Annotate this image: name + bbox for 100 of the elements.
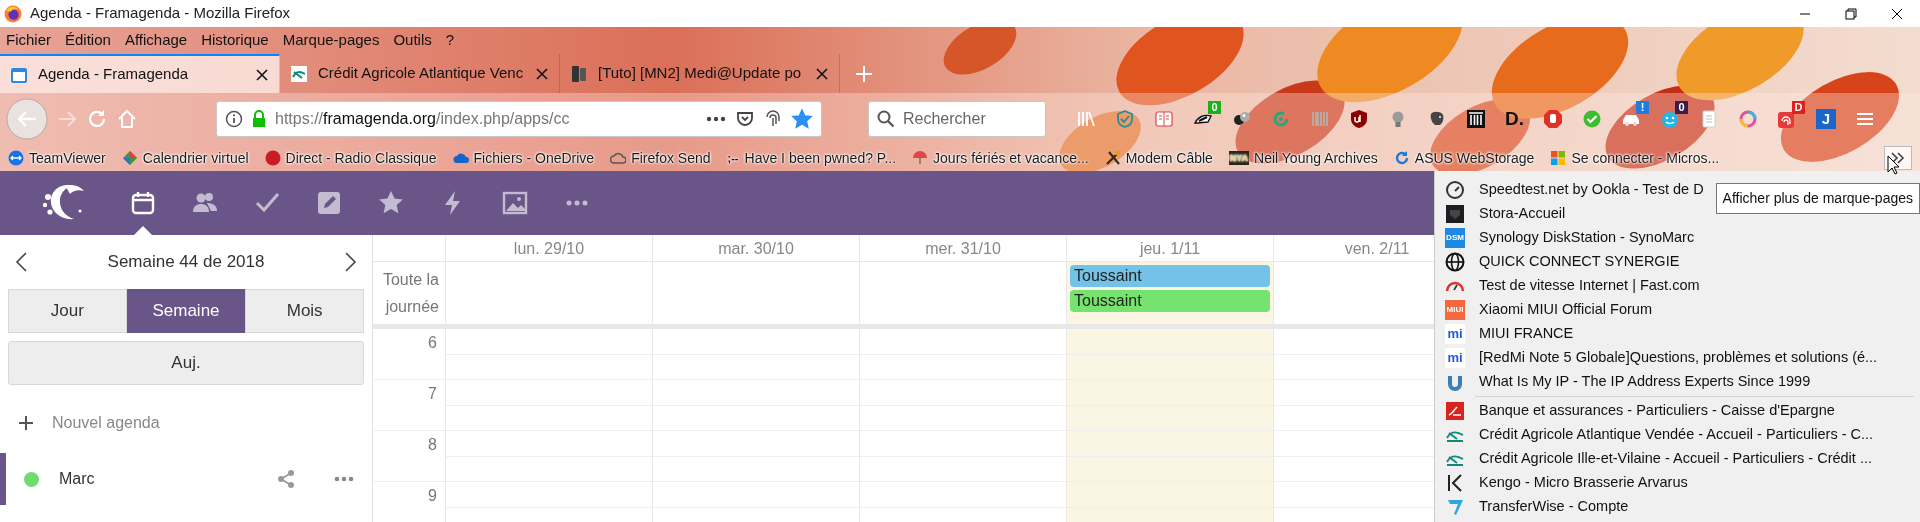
- more-icon[interactable]: [705, 115, 727, 123]
- menu-item[interactable]: Outils: [393, 29, 432, 52]
- umbrella-icon: [912, 150, 929, 166]
- active-indicator: [134, 226, 152, 235]
- bookmark-item[interactable]: Fichiers - OneDrive: [452, 147, 595, 169]
- lock-icon[interactable]: [251, 110, 267, 128]
- firefox-logo: [4, 4, 22, 23]
- calendar-icon[interactable]: [130, 190, 156, 216]
- library-icon[interactable]: [1076, 109, 1096, 129]
- menu-item[interactable]: Crédit Agricole Ille-et-Vilaine - Accueil - Particuliers - Crédit ...: [1443, 447, 1920, 471]
- favicon: ;--: [726, 151, 740, 165]
- chevron-left-icon[interactable]: [14, 251, 28, 273]
- bookmark-item[interactable]: TeamViewer: [8, 147, 106, 169]
- badge-count: 0: [1208, 101, 1221, 114]
- globe-icon: [1445, 252, 1465, 272]
- back-icon[interactable]: [6, 98, 48, 140]
- bookmark-item[interactable]: Modem Câble: [1104, 147, 1213, 169]
- stop-icon[interactable]: [1543, 109, 1563, 129]
- menu-item[interactable]: mi [RedMi Note 5 Globale]Questions, problèmes et solutions (é...: [1443, 346, 1920, 370]
- badge-count: 0: [1675, 101, 1688, 114]
- address-bar[interactable]: https://framagenda.org/index.php/apps/cc: [216, 101, 822, 137]
- new-calendar-button[interactable]: Nouvel agenda: [0, 401, 372, 445]
- phone-icon: [570, 64, 588, 83]
- menu-item[interactable]: Marque-pages: [282, 29, 380, 52]
- bookmark-item[interactable]: Jours fériés et vacance...: [912, 147, 1089, 169]
- menu-item[interactable]: TransferWise - Compte: [1443, 495, 1920, 519]
- today-button[interactable]: Auj.: [8, 341, 364, 385]
- close-icon[interactable]: [815, 66, 829, 81]
- share-icon[interactable]: [276, 469, 296, 489]
- fingerprint-icon[interactable]: [763, 109, 783, 129]
- restore-icon[interactable]: [1843, 5, 1859, 22]
- menu-item[interactable]: MIUI Xiaomi MIUI Official Forum: [1443, 298, 1920, 322]
- favicon: MIUI: [1445, 300, 1465, 320]
- close-icon[interactable]: [255, 67, 269, 82]
- favicon: mi: [1445, 324, 1465, 344]
- bookmark-item[interactable]: Direct - Radio Classique: [264, 147, 437, 169]
- shield-icon[interactable]: [1349, 109, 1369, 129]
- hour-label: 6: [373, 329, 445, 380]
- menu-item[interactable]: What Is My IP - The IP Address Experts Since 1999: [1443, 370, 1920, 394]
- hour-label: 7: [373, 380, 445, 431]
- view-tab[interactable]: Jour: [8, 289, 127, 333]
- menu-item[interactable]: mi MIUI FRANCE: [1443, 322, 1920, 346]
- notepad-icon[interactable]: [1699, 109, 1719, 129]
- menu-item[interactable]: ?: [445, 29, 455, 52]
- plus-icon[interactable]: [854, 63, 874, 84]
- edit-icon[interactable]: [316, 190, 342, 216]
- search-field[interactable]: Rechercher: [868, 101, 1046, 137]
- star-icon[interactable]: [378, 190, 404, 216]
- menu-item[interactable]: Édition: [65, 29, 111, 52]
- cloud-icon: [610, 150, 627, 166]
- view-tab[interactable]: Mois: [245, 289, 364, 333]
- star-icon[interactable]: [791, 108, 813, 130]
- day-header: jeu. 1/11: [1067, 235, 1273, 262]
- smiley-icon[interactable]: [1660, 109, 1680, 129]
- menu-item[interactable]: Banque et assurances - Particuliers - Caisse d'Epargne: [1443, 399, 1920, 423]
- menu-item[interactable]: Historique: [201, 29, 269, 52]
- badge-count: D: [1792, 101, 1805, 114]
- swap-icon: [8, 150, 24, 166]
- cursor-icon: [1887, 155, 1901, 175]
- menu-item[interactable]: Affichage: [124, 29, 188, 52]
- event[interactable]: Toussaint: [1070, 290, 1270, 312]
- menu-item[interactable]: Test de vitesse Internet | Fast.com: [1443, 274, 1920, 298]
- menu-item[interactable]: Crédit Agricole Atlantique Vendée - Accueil - Particuliers - C...: [1443, 423, 1920, 447]
- logo-icon: [1445, 401, 1465, 421]
- ring-icon[interactable]: [1738, 109, 1758, 129]
- url-text[interactable]: https://framagenda.org/index.php/apps/cc: [275, 107, 697, 131]
- close-icon[interactable]: [535, 66, 549, 81]
- bookmark-item[interactable]: Firefox Send: [610, 147, 711, 169]
- event[interactable]: Toussaint: [1070, 265, 1270, 287]
- calendar-icon: [10, 65, 28, 84]
- diamond-icon: [121, 150, 138, 166]
- columns-icon[interactable]: [1466, 109, 1486, 129]
- browser-tab[interactable]: Crédit Agricole Atlantique Venc: [280, 54, 560, 93]
- view-tab[interactable]: Semaine: [126, 289, 246, 333]
- menu-item[interactable]: Fichier: [6, 29, 51, 52]
- plus-icon: [18, 415, 34, 431]
- disc-icon: [264, 150, 281, 166]
- window-title: Agenda - Framagenda - Mozilla Firefox: [30, 3, 291, 24]
- letter-logo[interactable]: J: [1816, 109, 1836, 129]
- menu-item[interactable]: Kengo - Micro Brasserie Arvarus: [1443, 471, 1920, 495]
- logo-icon: [1445, 473, 1465, 493]
- fingerprint-icon[interactable]: [1777, 109, 1797, 129]
- period-label[interactable]: Semaine 44 de 2018: [107, 249, 265, 275]
- chevron-right-icon[interactable]: [344, 251, 358, 273]
- favicon: mi: [1445, 348, 1465, 368]
- bookmark-item[interactable]: ;-- Have I been pwned? P...: [726, 147, 897, 169]
- bookmark-item[interactable]: ASUS WebStorage: [1393, 147, 1535, 169]
- info-icon[interactable]: [225, 110, 243, 128]
- check-icon[interactable]: [1582, 109, 1602, 129]
- letter-logo[interactable]: D.: [1505, 109, 1524, 129]
- sync-icon: [1393, 150, 1410, 166]
- hour-label: 8: [373, 431, 445, 482]
- browser-tab[interactable]: [Tuto] [MN2] Medi@Update po: [560, 54, 840, 93]
- image-icon[interactable]: [502, 190, 528, 216]
- calendar-item[interactable]: Marc: [0, 453, 372, 505]
- pocket-icon[interactable]: [735, 109, 755, 129]
- bookmark-item[interactable]: NYA Neil Young Archives: [1228, 147, 1378, 169]
- sidebar-icon[interactable]: [1154, 109, 1174, 129]
- bookmark-item[interactable]: Calendrier virtuel: [121, 147, 249, 169]
- browser-tab[interactable]: Agenda - Framagenda: [0, 54, 280, 93]
